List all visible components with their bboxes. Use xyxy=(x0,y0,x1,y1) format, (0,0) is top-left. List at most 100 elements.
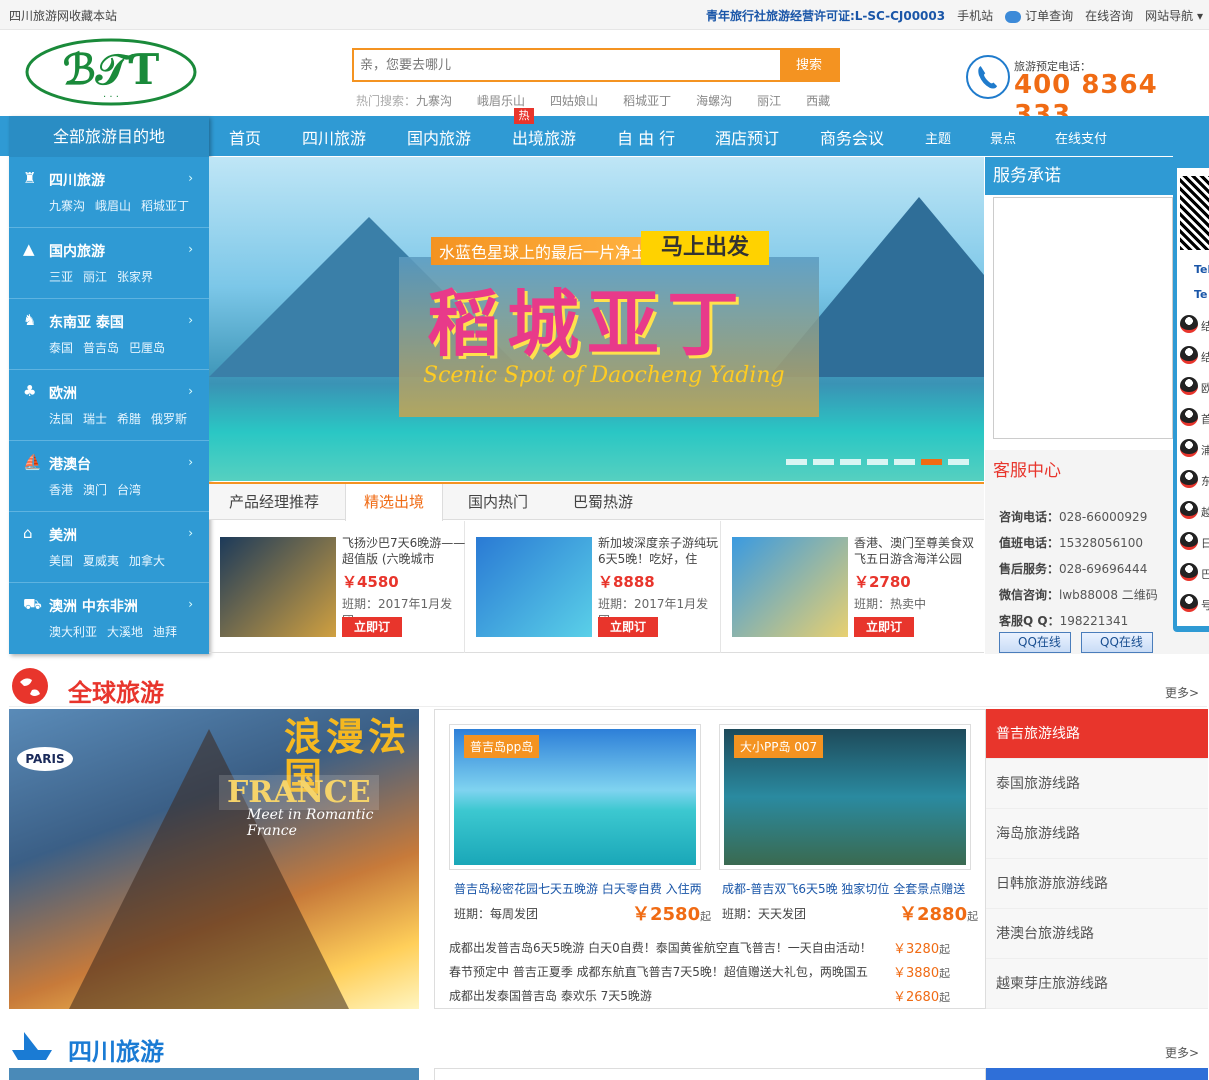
sidebar-group-sichuan[interactable]: ♜ 四川旅游 › 九寨沟 峨眉山 稻城亚丁 xyxy=(9,157,209,228)
carousel-dot[interactable] xyxy=(894,459,915,465)
sidebar-sub-link[interactable]: 澳门 xyxy=(83,481,107,498)
sidebar-sub-link[interactable]: 俄罗斯 xyxy=(151,410,187,427)
sidebar-sub-link[interactable]: 大溪地 xyxy=(107,623,143,640)
nav-outbound[interactable]: 出境旅游 xyxy=(512,125,576,149)
tab-vietnam-cambodia[interactable]: 越柬芽庄旅游线路 xyxy=(986,959,1208,1009)
tab-island[interactable]: 海岛旅游线路 xyxy=(986,809,1208,859)
list-item[interactable]: 成都出发普吉岛6天5晚游 白天0自费！泰国黄雀航空直飞普吉！一天自由活动！ xyxy=(449,939,872,956)
float-qq-label[interactable]: 日 xyxy=(1201,535,1209,551)
sidebar-group-domestic[interactable]: ▲ 国内旅游 › 三亚 丽江 张家界 xyxy=(9,228,209,299)
product-name[interactable]: 成都-普吉双飞6天5晚 独家切位 全套景点赠送 xyxy=(722,880,965,897)
contact-value[interactable]: lwb88008 二维码 xyxy=(1059,588,1158,602)
sidebar-sub-link[interactable]: 丽江 xyxy=(83,268,107,285)
sidebar-group-americas[interactable]: ⌂ 美洲 › 美国 夏威夷 加拿大 xyxy=(9,512,209,583)
tab-bashu-hot[interactable]: 巴蜀热游 xyxy=(555,484,651,520)
sidebar-group-sea[interactable]: ♞ 东南亚 泰国 › 泰国 普吉岛 巴厘岛 xyxy=(9,299,209,370)
france-promo-image[interactable]: PARIS 浪漫法国 FRANCE Meet in Romantic Franc… xyxy=(9,709,419,1009)
qq-online-button[interactable]: QQ在线 xyxy=(1081,632,1153,653)
hot-search-item[interactable]: 西藏 xyxy=(806,92,830,109)
float-qq-label[interactable]: 欧 xyxy=(1201,380,1209,396)
float-qq-label[interactable]: 东 xyxy=(1201,473,1209,489)
product-name[interactable]: 飞扬沙巴7天6晚游——超值版 (六晚城市 xyxy=(342,535,466,567)
nav-home[interactable]: 首页 xyxy=(229,125,261,149)
qq-icon[interactable] xyxy=(1180,315,1198,333)
qq-icon[interactable] xyxy=(1180,408,1198,426)
float-qq-label[interactable]: 结 xyxy=(1201,349,1209,365)
nav-domestic[interactable]: 国内旅游 xyxy=(407,125,471,149)
sidebar-sub-link[interactable]: 稻城亚丁 xyxy=(141,197,189,214)
list-item[interactable]: 春节预定中 普吉正夏季 成都东航直飞普吉7天5晚！超值赠送大礼包，两晚国五 xyxy=(449,963,868,980)
qq-icon[interactable] xyxy=(1180,563,1198,581)
product-image[interactable] xyxy=(476,537,592,637)
sidebar-sub-link[interactable]: 峨眉山 xyxy=(95,197,131,214)
float-qq-label[interactable]: 首 xyxy=(1201,411,1209,427)
nav-hotel[interactable]: 酒店预订 xyxy=(715,125,779,149)
sidebar-sub-link[interactable]: 台湾 xyxy=(117,481,141,498)
nav-sichuan[interactable]: 四川旅游 xyxy=(302,125,366,149)
tab-thailand[interactable]: 泰国旅游线路 xyxy=(986,759,1208,809)
product-image[interactable] xyxy=(220,537,336,637)
carousel-dot[interactable] xyxy=(786,459,807,465)
more-link[interactable]: 更多> xyxy=(1165,684,1199,701)
qq-icon[interactable] xyxy=(1180,346,1198,364)
sidebar-sub-link[interactable]: 加拿大 xyxy=(129,552,165,569)
sidebar-group-hmt[interactable]: ⛵ 港澳台 › 香港 澳门 台湾 xyxy=(9,441,209,512)
banner-go-button[interactable]: 马上出发 xyxy=(641,231,769,265)
carousel-dot[interactable] xyxy=(840,459,861,465)
sidebar-group-title[interactable]: 澳洲 中东非洲 xyxy=(49,596,138,616)
sidebar-group-title[interactable]: 国内旅游 xyxy=(49,241,105,261)
hot-search-item[interactable]: 四姑娘山 xyxy=(550,92,598,109)
site-logo[interactable]: ℬ𝒯Ƭ · · · xyxy=(25,38,197,106)
sidebar-group-oceania[interactable]: ⛟ 澳洲 中东非洲 › 澳大利亚 大溪地 迪拜 xyxy=(9,583,209,654)
sidebar-sub-link[interactable]: 巴厘岛 xyxy=(129,339,165,356)
search-button[interactable]: 搜索 xyxy=(780,50,838,80)
book-button[interactable]: 立即订 xyxy=(342,617,402,637)
site-nav-link[interactable]: 网站导航 ▾ xyxy=(1145,7,1203,24)
qq-icon[interactable] xyxy=(1180,377,1198,395)
book-button[interactable]: 立即订 xyxy=(854,617,914,637)
hot-search-item[interactable]: 峨眉乐山 xyxy=(477,92,525,109)
qq-icon[interactable] xyxy=(1180,594,1198,612)
tab-domestic-hot[interactable]: 国内热门 xyxy=(450,484,546,520)
mobile-link[interactable]: 手机站 xyxy=(957,7,993,24)
nav-theme[interactable]: 主题 xyxy=(925,128,951,147)
sidebar-group-title[interactable]: 欧洲 xyxy=(49,383,77,403)
list-item[interactable]: 成都出发泰国普吉岛 泰欢乐 7天5晚游 xyxy=(449,987,652,1004)
sidebar-group-title[interactable]: 东南亚 泰国 xyxy=(49,312,124,332)
tab-hmt[interactable]: 港澳台旅游线路 xyxy=(986,909,1208,959)
sidebar-group-title[interactable]: 港澳台 xyxy=(49,454,91,474)
book-button[interactable]: 立即订 xyxy=(598,617,658,637)
sidebar-sub-link[interactable]: 夏威夷 xyxy=(83,552,119,569)
more-link[interactable]: 更多> xyxy=(1165,1044,1199,1061)
product-name[interactable]: 普吉岛秘密花园七天五晚游 白天零自费 入住两 xyxy=(454,880,702,897)
sidebar-sub-link[interactable]: 三亚 xyxy=(49,268,73,285)
sidebar-sub-link[interactable]: 美国 xyxy=(49,552,73,569)
product-image[interactable] xyxy=(732,537,848,637)
sidebar-sub-link[interactable]: 张家界 xyxy=(117,268,153,285)
float-qq-label[interactable]: 结 xyxy=(1201,318,1209,334)
nav-payment[interactable]: 在线支付 xyxy=(1055,128,1107,147)
carousel-dot[interactable] xyxy=(867,459,888,465)
carousel-dot[interactable] xyxy=(921,459,942,465)
qq-online-button[interactable]: QQ在线 xyxy=(999,632,1071,653)
hot-search-item[interactable]: 稻城亚丁 xyxy=(623,92,671,109)
online-consult-link[interactable]: 在线咨询 xyxy=(1085,7,1133,24)
product-card[interactable]: 大小PP岛 007 xyxy=(719,724,971,870)
float-qq-label[interactable]: 号 xyxy=(1201,597,1209,613)
sichuan-promo-image[interactable] xyxy=(9,1068,419,1080)
qq-icon[interactable] xyxy=(1180,439,1198,457)
hot-search-item[interactable]: 九寨沟 xyxy=(416,92,452,109)
sidebar-sub-link[interactable]: 迪拜 xyxy=(153,623,177,640)
hot-search-item[interactable]: 海螺沟 xyxy=(696,92,732,109)
float-qq-label[interactable]: 越 xyxy=(1201,504,1209,520)
product-card[interactable]: 新加坡深度亲子游纯玩6天5晚！吃好，住 ￥8888 班期：2017年1月发团 立… xyxy=(465,521,721,653)
bookmark-link[interactable]: 四川旅游网收藏本站 xyxy=(9,7,117,24)
search-input[interactable] xyxy=(354,50,780,80)
sidebar-sub-link[interactable]: 瑞士 xyxy=(83,410,107,427)
product-card[interactable]: 香港、澳门至尊美食双飞五日游含海洋公园 ￥2780 班期：热卖中 立即订 xyxy=(721,521,977,653)
sidebar-sub-link[interactable]: 泰国 xyxy=(49,339,73,356)
tab-phuket[interactable]: 普吉旅游线路 xyxy=(986,709,1208,759)
nav-free-travel[interactable]: 自 由 行 xyxy=(617,125,675,149)
tab-outbound-pick[interactable]: 精选出境 xyxy=(345,484,444,521)
sidebar-sub-link[interactable]: 普吉岛 xyxy=(83,339,119,356)
